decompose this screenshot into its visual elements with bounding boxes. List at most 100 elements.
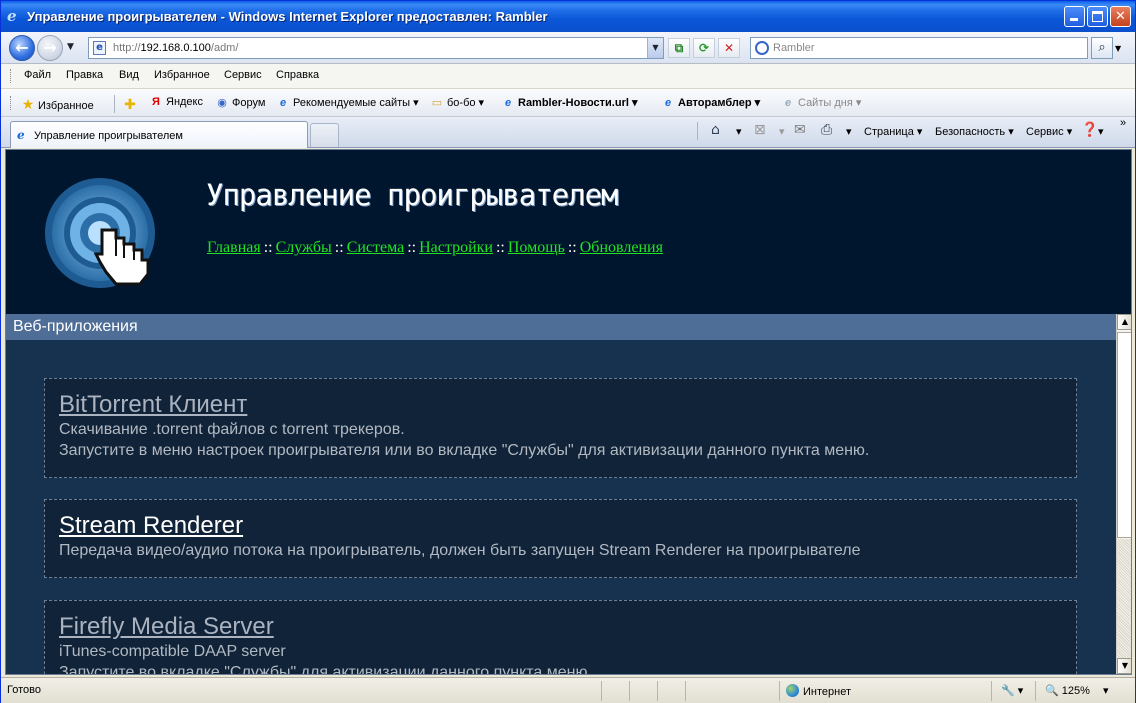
home-dropdown-icon[interactable]: ▾ [736, 125, 742, 138]
nav-link-services[interactable]: Службы [276, 239, 332, 256]
rss-feed-icon[interactable]: ⊠ [754, 122, 766, 138]
fav-rambler-news[interactable]: e Rambler-Новости.url ▾ [501, 96, 638, 109]
security-zone[interactable]: Интернет [786, 684, 851, 698]
app-description: Скачивание .torrent файлов с torrent тре… [59, 421, 405, 438]
fav-yandex[interactable]: Я Яндекс [149, 96, 203, 108]
protected-mode-icon[interactable]: 🔧 ▾ [1001, 684, 1023, 697]
close-button[interactable]: ✕ [1110, 6, 1131, 27]
favorites-button[interactable]: ★ Избранное [21, 96, 94, 113]
app-description: Запустите в меню настроек проигрывателя … [59, 442, 870, 459]
app-description: iTunes-compatible DAAP server [59, 643, 286, 660]
recent-pages-dropdown-icon[interactable]: ▼ [67, 42, 74, 52]
separator [1035, 681, 1036, 701]
mail-icon[interactable]: ✉ [794, 122, 806, 138]
scroll-up-button[interactable]: ▲ [1117, 314, 1131, 330]
site-nav: Главная:: Службы:: Система:: Настройки:: Пом… [207, 239, 663, 256]
address-toolbar: ← → ▼ e http://192.168.0.100/adm/ ▼ ⧉ ⟳ … [1, 32, 1135, 64]
folder-icon: ▭ [431, 97, 443, 109]
section-title: Веб-приложения [6, 314, 1116, 340]
page-viewport: Управление проигрывателем Главная:: Служб… [5, 149, 1132, 675]
player-logo-icon [45, 178, 155, 288]
vertical-scrollbar[interactable]: ▲ ▼ [1116, 314, 1131, 674]
app-title[interactable]: BitTorrent Клиент [59, 391, 1062, 419]
fav-recommended-sites[interactable]: e Рекомендуемые сайты ▾ [276, 96, 419, 109]
fav-bo-bo[interactable]: ▭ бо-бо ▾ [430, 96, 484, 109]
menu-tools[interactable]: Сервис [224, 69, 262, 81]
scroll-thumb[interactable] [1117, 332, 1131, 538]
address-url[interactable]: http://192.168.0.100/adm/ [113, 42, 238, 54]
scroll-track[interactable] [1117, 539, 1131, 658]
separator [991, 681, 992, 701]
tools-menu[interactable]: Сервис ▾ [1026, 125, 1072, 138]
zoom-dropdown-icon[interactable]: ▾ [1103, 684, 1109, 697]
search-button[interactable]: ⌕ [1091, 37, 1113, 59]
page-menu[interactable]: Страница ▾ [864, 125, 922, 138]
search-options-dropdown-icon[interactable]: ▼ [1115, 44, 1121, 53]
nav-link-help[interactable]: Помощь [508, 239, 565, 256]
search-input[interactable]: Rambler [750, 37, 1088, 59]
separator [779, 681, 780, 701]
print-dropdown-icon[interactable]: ▾ [846, 125, 852, 138]
tab-active[interactable]: e Управление проигрывателем [10, 121, 308, 148]
separator [697, 122, 698, 140]
title-bar[interactable]: e Управление проигрывателем - Windows In… [1, 1, 1135, 32]
separator [629, 681, 630, 701]
nav-link-settings[interactable]: Настройки [419, 239, 493, 256]
fav-forum[interactable]: ◉ Форум [215, 96, 265, 109]
favorites-bar: ★ Избранное ✚ Я Яндекс ◉ Форум e Рекомендуем… [1, 89, 1135, 117]
app-card-firefly: Firefly Media Server iTunes-compatible D… [44, 600, 1077, 674]
ie-page-icon: e [279, 97, 287, 109]
nav-link-home[interactable]: Главная [207, 239, 261, 256]
ie-page-icon: e [504, 97, 512, 109]
menu-favorites[interactable]: Избранное [154, 69, 210, 81]
yandex-icon: Я [152, 96, 160, 108]
tab-bar: e Управление проигрывателем ⌂ ▾ ⊠ ▾ ✉ ⎙ … [1, 117, 1135, 148]
security-menu[interactable]: Безопасность ▾ [935, 125, 1014, 138]
nav-link-updates[interactable]: Обновления [580, 239, 663, 256]
stop-button[interactable]: ✕ [718, 38, 740, 58]
app-title[interactable]: Firefly Media Server [59, 613, 1062, 641]
ie-logo-icon: e [7, 7, 17, 25]
rambler-search-icon [755, 41, 769, 55]
separator [657, 681, 658, 701]
forward-button[interactable]: → [37, 35, 63, 61]
minimize-button[interactable] [1064, 6, 1085, 27]
address-dropdown-icon[interactable]: ▼ [647, 38, 663, 58]
print-icon[interactable]: ⎙ [821, 122, 832, 138]
refresh-button[interactable]: ⟳ [693, 38, 715, 58]
help-dropdown-icon[interactable]: ▾ [1098, 125, 1104, 138]
add-favorite-button[interactable]: ✚ [123, 96, 140, 113]
menu-view[interactable]: Вид [119, 69, 139, 81]
app-description: Передача видео/аудио потока на проигрыва… [59, 542, 861, 559]
new-tab-button[interactable] [310, 123, 339, 147]
scroll-down-button[interactable]: ▼ [1117, 658, 1131, 674]
app-card-stream-renderer: Stream Renderer Передача видео/аудио пот… [44, 499, 1077, 578]
menu-file[interactable]: Файл [24, 69, 51, 81]
star-icon: ★ [21, 96, 35, 112]
fav-autorambler[interactable]: e Авторамблер ▾ [661, 96, 760, 109]
forum-icon: ◉ [217, 97, 227, 109]
home-icon[interactable]: ⌂ [711, 122, 720, 138]
compatibility-icon[interactable]: ⧉ [668, 38, 690, 58]
status-bar: Готово Интернет 🔧 ▾ 🔍 125% ▾ [1, 677, 1135, 703]
menu-edit[interactable]: Правка [66, 69, 103, 81]
zoom-control[interactable]: 🔍 125% [1045, 684, 1090, 697]
menu-bar: Файл Правка Вид Избранное Сервис Справка [1, 64, 1135, 89]
feed-dropdown-icon[interactable]: ▾ [779, 125, 785, 138]
site-title: Управление проигрывателем [206, 178, 618, 212]
toolbar-grip[interactable] [10, 96, 13, 110]
address-bar[interactable]: e http://192.168.0.100/adm/ ▼ [88, 37, 664, 59]
help-icon[interactable]: ❓ [1081, 122, 1098, 138]
app-title[interactable]: Stream Renderer [59, 512, 1062, 540]
ie-page-icon: e [17, 128, 25, 142]
nav-link-system[interactable]: Система [347, 239, 405, 256]
menu-help[interactable]: Справка [276, 69, 319, 81]
back-button[interactable]: ← [9, 35, 35, 61]
maximize-button[interactable] [1087, 6, 1108, 27]
add-star-icon: ✚ [124, 96, 136, 112]
toolbar-grip[interactable] [10, 69, 13, 83]
globe-icon [786, 684, 799, 697]
ie-page-icon: e [784, 97, 792, 109]
chevron-more-icon[interactable]: » [1120, 117, 1126, 129]
fav-sites-of-day[interactable]: e Сайты дня ▾ [781, 96, 861, 109]
